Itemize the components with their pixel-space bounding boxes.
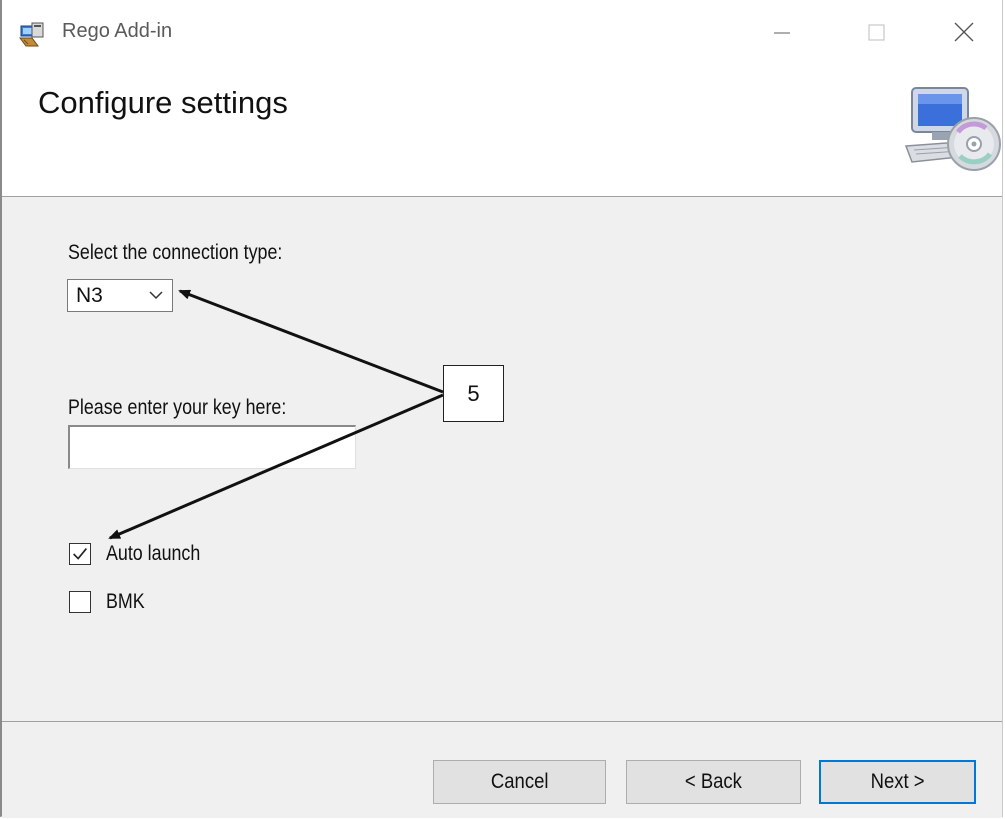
connection-type-label: Select the connection type: [68, 241, 283, 264]
computer-cd-icon [904, 87, 1001, 171]
window-title: Rego Add-in [62, 20, 173, 42]
cancel-label: Cancel [490, 770, 549, 793]
next-label: Next > [870, 770, 925, 793]
checkmark-icon [73, 548, 87, 560]
connection-type-dropdown[interactable]: N3 [67, 279, 173, 312]
bmk-checkbox[interactable] [69, 591, 91, 613]
auto-launch-checkbox[interactable] [69, 543, 91, 565]
installer-icon [19, 22, 44, 47]
callout-number: 5 [443, 365, 504, 422]
chevron-down-icon [149, 291, 163, 300]
settings-panel: Select the connection type: N3 Please en… [2, 197, 1002, 721]
close-icon[interactable] [944, 14, 984, 50]
key-input[interactable] [68, 425, 356, 469]
connection-type-value: N3 [76, 284, 103, 307]
page-title: Configure settings [38, 85, 288, 120]
back-label: < Back [684, 770, 743, 793]
minimize-icon[interactable] [762, 14, 802, 50]
cancel-button[interactable]: Cancel [433, 760, 606, 804]
next-button[interactable]: Next > [819, 760, 976, 804]
header-banner: Configure settings [2, 62, 1002, 197]
button-bar: Cancel < Back Next > [2, 721, 1002, 818]
maximize-icon[interactable] [856, 14, 896, 50]
bmk-label: BMK [106, 590, 145, 613]
auto-launch-label: Auto launch [106, 542, 201, 565]
key-label: Please enter your key here: [68, 396, 287, 419]
title-bar: Rego Add-in [2, 0, 1002, 62]
back-button[interactable]: < Back [626, 760, 801, 804]
